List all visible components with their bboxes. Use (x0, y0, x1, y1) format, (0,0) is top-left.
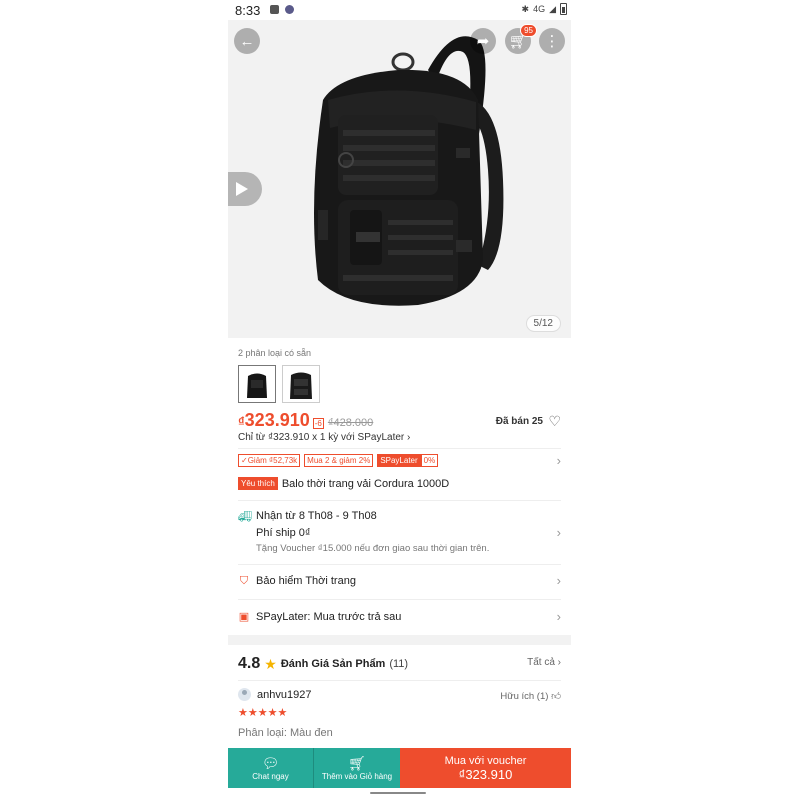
chevron-right-icon: › (556, 573, 561, 588)
divider (238, 500, 561, 501)
preferred-badge: Yêu thích (238, 477, 278, 490)
wallet-icon: ▣ (238, 611, 250, 623)
status-right: ✱ 4G ◢ (522, 3, 567, 15)
sold-count: Đã bán 25 (495, 416, 543, 427)
chevron-right-icon[interactable]: › (557, 453, 561, 468)
divider (238, 564, 561, 565)
more-vertical-icon: ⋮ (544, 33, 560, 50)
back-button[interactable]: ← (234, 28, 260, 54)
phone-screen: 8:33 ✱ 4G ◢ ← ➦ 🛒︎ 95 ⋮ 5/12 2 phân loại… (228, 0, 571, 800)
thumbs-up-icon: 👍︎ (551, 691, 561, 702)
buy-with-voucher-button[interactable]: Mua với voucher ₫323.910 (400, 748, 571, 788)
add-cart-icon: 🛒︎ (348, 754, 366, 771)
chat-label: Chat ngay (252, 771, 289, 781)
buy-label: Mua với voucher (444, 754, 527, 767)
review-variant: Phân loại: Màu đen (238, 727, 333, 739)
delivery-date: Nhận từ 8 Th08 - 9 Th08 (256, 510, 377, 522)
rating-title: Đánh Giá Sản Phẩm (280, 658, 386, 670)
spaylater-chip-label: SPayLater (377, 454, 421, 467)
spaylater-chip: SPayLater 0% (377, 454, 439, 467)
variants-label: 2 phân loại có sẵn (238, 348, 312, 358)
arrow-left-icon: ← (239, 32, 255, 50)
current-price: 323.910 (244, 410, 310, 430)
reviewer-name: anhvu1927 (257, 688, 312, 701)
status-time: 8:33 (235, 3, 261, 18)
shipping-fee: Phí ship 0₫ (256, 527, 311, 539)
variant-thumb-2[interactable] (282, 365, 320, 403)
voucher-note: Tặng Voucher ₫15.000 nếu đơn giao sau th… (256, 543, 490, 554)
play-video-button[interactable] (228, 172, 262, 206)
add-to-cart-button[interactable]: 🛒︎ Thêm vào Giỏ hàng (314, 748, 400, 788)
shield-icon: ⛉ (239, 575, 249, 587)
product-image-carousel[interactable]: ← ➦ 🛒︎ 95 ⋮ 5/12 (228, 20, 571, 338)
more-button[interactable]: ⋮ (539, 28, 565, 54)
status-bar: 8:33 ✱ 4G ◢ (228, 0, 571, 20)
price-currency: ₫ (238, 414, 245, 429)
truck-icon: 🚚︎ (238, 511, 252, 523)
rating-count: (11) (389, 658, 409, 670)
price-block: ₫ 323.910 -6 ₫428.000 (238, 410, 373, 431)
backpack-image (314, 36, 504, 306)
messenger-notification-icon (285, 5, 294, 14)
helpful-button[interactable]: Hữu ích (1) 👍︎ (500, 690, 561, 702)
rating-score: 4.8 (238, 655, 261, 672)
chevron-right-icon: › (556, 609, 561, 624)
spaylater-label: SPayLater: Mua trước trả sau (256, 611, 402, 623)
heart-icon[interactable]: ♡ (548, 413, 561, 430)
image-counter: 5/12 (525, 315, 561, 332)
bottom-action-bar: 💬︎ Chat ngay 🛒︎ Thêm vào Giỏ hàng Mua vớ… (228, 748, 571, 788)
home-indicator[interactable] (370, 792, 426, 794)
product-title-row: Yêu thích Balo thời trang vải Cordura 10… (238, 477, 449, 490)
variant-thumb-1[interactable] (238, 365, 276, 403)
buy-price: ₫323.910 (458, 766, 513, 782)
add-to-cart-label: Thêm vào Giỏ hàng (321, 771, 393, 781)
bluetooth-icon: ✱ (521, 3, 530, 14)
star-icon: ★ (264, 655, 277, 672)
spaylater-chip-value: 0% (420, 454, 439, 467)
divider (238, 680, 561, 681)
signal-icon: ◢ (549, 3, 556, 14)
insurance-label: Bảo hiểm Thời trang (256, 575, 356, 587)
share-icon: ➦ (476, 33, 490, 50)
divider (238, 599, 561, 600)
helpful-count: Hữu ích (1) (500, 691, 549, 702)
share-button[interactable]: ➦ (470, 28, 496, 54)
spaylater-installment[interactable]: Chỉ từ ₫323.910 x 1 kỳ với SPayLater › (238, 432, 410, 443)
discount-tag: -6 (312, 418, 324, 429)
cart-count-badge: 95 (520, 24, 537, 37)
reviewer: anhvu1927 (238, 688, 311, 701)
section-gap (228, 635, 571, 645)
see-all-reviews-link[interactable]: Tất cả › (527, 657, 561, 668)
gallery-notification-icon (270, 5, 279, 14)
rating-header: 4.8 ★ Đánh Giá Sản Phẩm (11) (238, 655, 408, 673)
network-type: 4G (533, 4, 546, 14)
promo-chips[interactable]: ✓Giảm ₫52,73k Mua 2 & giảm 2% SPayLater … (238, 454, 439, 467)
avatar (238, 688, 251, 701)
divider (238, 448, 561, 449)
chat-button[interactable]: 💬︎ Chat ngay (228, 748, 314, 788)
battery-icon (560, 3, 567, 15)
review-stars: ★★★★★ (238, 707, 288, 719)
discount-chip: ✓Giảm ₫52,73k (238, 454, 301, 467)
bundle-chip: Mua 2 & giảm 2% (304, 454, 374, 467)
cart-button[interactable]: 🛒︎ 95 (505, 24, 537, 54)
chat-icon: 💬︎ (261, 754, 280, 771)
product-title: Balo thời trang vải Cordura 1000D (281, 477, 450, 490)
original-price: ₫428.000 (327, 417, 374, 429)
chevron-right-icon: › (556, 525, 561, 540)
